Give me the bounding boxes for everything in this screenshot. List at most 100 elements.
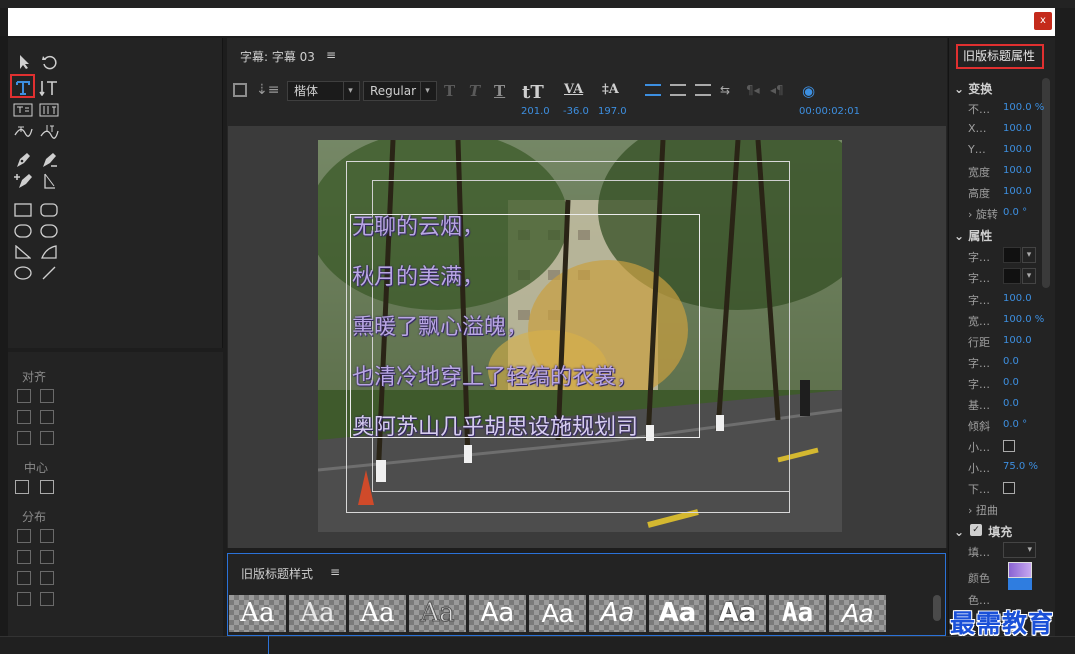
subtitle-line-2[interactable]: 秋月的美满，: [352, 259, 484, 291]
tab-stop-text-icon[interactable]: ⇆: [720, 83, 730, 97]
vertical-area-type-tool-icon[interactable]: [37, 100, 61, 120]
center-vertical-icon[interactable]: [40, 480, 54, 494]
distribute-right-icon[interactable]: [40, 529, 54, 543]
attributes-section[interactable]: ⌄ 属性: [954, 227, 992, 244]
style-swatch-2[interactable]: Aa: [289, 595, 346, 632]
subtitle-line-5[interactable]: 奥阿苏山几乎胡思设施规划司: [352, 409, 638, 441]
subtitle-line-3[interactable]: 熏暖了飘心溢魄，: [352, 309, 528, 341]
tab-stops-icon[interactable]: ⇣≡: [256, 82, 279, 98]
rectangle-tool-icon[interactable]: [11, 200, 35, 220]
prop-opacity-value[interactable]: 100.0 %: [1003, 102, 1044, 113]
prop-rotation-value[interactable]: 0.0 °: [1003, 207, 1027, 218]
attr-font-style-dropdown[interactable]: ▾: [1022, 268, 1036, 284]
bold-icon[interactable]: T: [444, 82, 455, 100]
rounded-corner-rectangle-tool-icon[interactable]: [37, 221, 61, 241]
distribute-vspace-icon[interactable]: [40, 592, 54, 606]
attr-baseline-value[interactable]: 0.0: [1003, 398, 1019, 409]
attr-slant-value[interactable]: 0.0 °: [1003, 419, 1027, 430]
background-video-toggle-icon[interactable]: [233, 83, 247, 97]
style-swatch-1[interactable]: Aa: [229, 595, 286, 632]
transform-section[interactable]: ⌄ 变换: [954, 80, 992, 97]
timecode[interactable]: 00:00:02:01: [799, 106, 860, 117]
italic-icon[interactable]: T: [469, 82, 480, 100]
arc-tool-icon[interactable]: [37, 242, 61, 262]
align-left-text-icon[interactable]: [645, 84, 661, 96]
rounded-rectangle-tool-icon[interactable]: [37, 200, 61, 220]
attr-small-caps-checkbox[interactable]: [1003, 440, 1015, 452]
align-center-text-icon[interactable]: [670, 84, 686, 96]
attr-kerning-value[interactable]: 0.0: [1003, 356, 1019, 367]
fill-type-dropdown[interactable]: ▾: [1003, 542, 1036, 558]
attr-aspect-value[interactable]: 100.0 %: [1003, 314, 1044, 325]
style-swatch-8[interactable]: Aa: [649, 595, 706, 632]
align-left-icon[interactable]: [17, 389, 31, 403]
attr-tracking-value[interactable]: 0.0: [1003, 377, 1019, 388]
prop-rotation-label[interactable]: › 旋转: [968, 206, 998, 222]
ltr-text-icon[interactable]: ◂¶: [770, 83, 784, 97]
convert-anchor-point-tool-icon[interactable]: [37, 171, 61, 191]
align-bottom-icon[interactable]: [40, 431, 54, 445]
close-button[interactable]: x: [1034, 12, 1052, 30]
font-style-dropdown[interactable]: Regular ▾: [363, 81, 437, 101]
style-swatch-5[interactable]: Aa: [469, 595, 526, 632]
attr-font-style-box[interactable]: [1003, 268, 1021, 284]
center-horizontal-icon[interactable]: [15, 480, 29, 494]
underline-icon[interactable]: T: [494, 82, 505, 100]
style-swatch-6[interactable]: Aa: [529, 595, 586, 632]
styles-scrollbar[interactable]: [933, 595, 941, 621]
align-vcenter-icon[interactable]: [40, 410, 54, 424]
fill-section[interactable]: ⌄ ✓ 填充: [954, 523, 1012, 540]
area-type-tool-icon[interactable]: [11, 100, 35, 120]
style-swatch-11[interactable]: Aa: [829, 595, 886, 632]
vertical-path-type-tool-icon[interactable]: [37, 121, 61, 141]
align-right-text-icon[interactable]: [695, 84, 711, 96]
subtitle-line-1[interactable]: 无聊的云烟，: [352, 209, 484, 241]
attr-small-caps-size-value[interactable]: 75.0 %: [1003, 461, 1038, 472]
distort-section[interactable]: › 扭曲: [968, 502, 998, 518]
delete-anchor-point-tool-icon[interactable]: [37, 150, 61, 170]
eye-icon[interactable]: ◉: [802, 82, 815, 100]
pen-tool-icon[interactable]: [11, 150, 35, 170]
distribute-hcenter-icon[interactable]: [17, 550, 31, 564]
distribute-top-icon[interactable]: [17, 571, 31, 585]
distribute-vcenter-icon[interactable]: [40, 550, 54, 564]
subtitle-line-4[interactable]: 也清冷地穿上了轻缟的衣裳，: [352, 359, 638, 391]
style-swatch-3[interactable]: Aa: [349, 595, 406, 632]
attr-font-size-value[interactable]: 100.0: [1003, 293, 1032, 304]
attr-font-family-box[interactable]: [1003, 247, 1021, 263]
styles-panel-menu-icon[interactable]: ≡: [330, 565, 340, 579]
add-anchor-point-tool-icon[interactable]: [11, 171, 35, 191]
fill-color-swatch[interactable]: [1008, 562, 1032, 578]
style-swatch-9[interactable]: Aa: [709, 595, 766, 632]
attr-leading-value[interactable]: 100.0: [1003, 335, 1032, 346]
attr-underline-checkbox[interactable]: [1003, 482, 1015, 494]
style-swatch-4[interactable]: Aa: [409, 595, 466, 632]
fill-color-swatch-2[interactable]: [1008, 578, 1032, 590]
path-type-tool-icon[interactable]: [11, 121, 35, 141]
style-swatch-7[interactable]: Aa: [589, 595, 646, 632]
font-size-value[interactable]: 201.0: [521, 106, 550, 117]
align-top-icon[interactable]: [17, 431, 31, 445]
distribute-left-icon[interactable]: [17, 529, 31, 543]
rtl-text-icon[interactable]: ¶◂: [746, 83, 760, 97]
prop-width-value[interactable]: 100.0: [1003, 165, 1032, 176]
selection-tool-icon[interactable]: [12, 52, 36, 72]
align-right-icon[interactable]: [40, 389, 54, 403]
prop-y-value[interactable]: 100.0: [1003, 144, 1032, 155]
prop-x-value[interactable]: 100.0: [1003, 123, 1032, 134]
wedge-tool-icon[interactable]: [11, 242, 35, 262]
vertical-type-tool-icon[interactable]: [37, 78, 61, 98]
panel-menu-icon[interactable]: ≡: [326, 48, 336, 62]
clipped-corner-rectangle-tool-icon[interactable]: [11, 221, 35, 241]
fill-checkbox[interactable]: ✓: [970, 524, 982, 536]
prop-height-value[interactable]: 100.0: [1003, 186, 1032, 197]
rotate-tool-icon[interactable]: [37, 52, 61, 72]
ellipse-tool-icon[interactable]: [11, 263, 35, 283]
align-hcenter-icon[interactable]: [17, 410, 31, 424]
distribute-hspace-icon[interactable]: [17, 592, 31, 606]
font-family-dropdown[interactable]: 楷体 ▾: [287, 81, 360, 101]
line-tool-icon[interactable]: [37, 263, 61, 283]
style-swatch-10[interactable]: Aa: [769, 595, 826, 632]
leading-value[interactable]: 197.0: [598, 106, 627, 117]
tracking-value[interactable]: -36.0: [563, 106, 589, 117]
